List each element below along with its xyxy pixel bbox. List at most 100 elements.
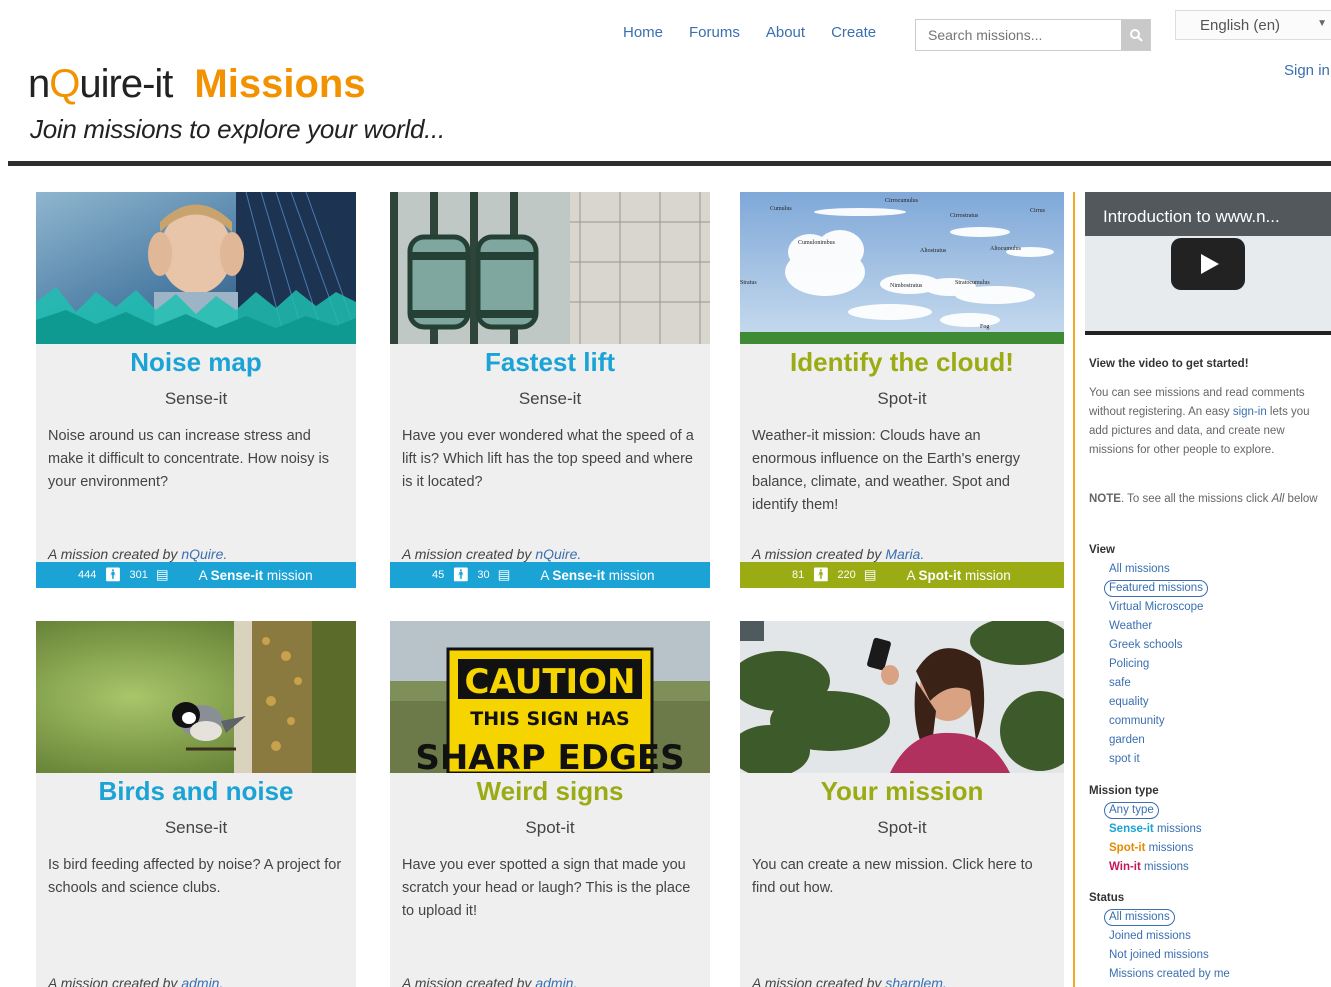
view-filter-weather[interactable]: Weather (1109, 617, 1208, 636)
intro-video[interactable]: Introduction to www.n... (1085, 192, 1331, 335)
contributions-count: 30 (477, 569, 490, 581)
creator-prefix: A mission created by (48, 546, 182, 562)
members-count: 45 (432, 569, 445, 581)
view-filter-featured[interactable]: Featured missions (1104, 580, 1208, 597)
view-filter-garden[interactable]: garden (1109, 731, 1208, 750)
status-heading: Status (1089, 892, 1125, 904)
mission-card[interactable]: CAUTION THIS SIGN HAS SHARP EDGES Weird … (390, 621, 710, 987)
creator-link[interactable]: sharplem. (885, 975, 946, 987)
type-filter-any[interactable]: Any type (1104, 802, 1159, 819)
mission-kind-label: A Sense-it mission (540, 568, 654, 583)
mission-creator: A mission created by admin. (48, 975, 223, 987)
mission-image-noise-map[interactable] (36, 192, 356, 344)
type-filter-spot-it[interactable]: Spot-it missions (1109, 839, 1202, 858)
site-header: Home Forums About Create English (en) ▼ … (0, 0, 1331, 168)
intro-text: You can see missions and read comments w… (1089, 384, 1327, 460)
mission-image-fastest-lift[interactable] (390, 192, 710, 344)
nav-home-link[interactable]: Home (623, 24, 663, 41)
mission-card[interactable]: Noise map Sense-it Noise around us can i… (36, 192, 356, 588)
mission-image-your-mission[interactable] (740, 621, 1064, 773)
contributions-count: 301 (129, 569, 148, 581)
cloud-label: Cirrocumulus (885, 198, 919, 204)
bar-kind: Spot-it (918, 567, 962, 583)
creator-link[interactable]: admin. (535, 975, 577, 987)
mission-image-birds-noise[interactable] (36, 621, 356, 773)
sign-in-link[interactable]: Sign in (1284, 62, 1330, 79)
view-filter-virtual-microscope[interactable]: Virtual Microscope (1109, 598, 1208, 617)
mission-title[interactable]: Birds and noise (36, 776, 356, 807)
mission-creator: A mission created by Maria. (752, 546, 924, 562)
view-filter-all[interactable]: All missions (1109, 560, 1208, 579)
caution-line-1: CAUTION (464, 662, 635, 702)
mission-creator: A mission created by sharplem. (752, 975, 947, 987)
noise-map-image (36, 192, 356, 344)
play-icon[interactable] (1171, 238, 1245, 290)
note-label: NOTE (1089, 493, 1121, 505)
note-body: . To see all the missions click (1120, 493, 1272, 505)
nav-create-link[interactable]: Create (831, 24, 876, 41)
contributions-count: 220 (837, 569, 856, 581)
creator-link[interactable]: nQuire. (181, 546, 227, 562)
logo-rest: uire-it (79, 62, 173, 106)
mission-image-weird-signs[interactable]: CAUTION THIS SIGN HAS SHARP EDGES (390, 621, 710, 773)
type-filter-win-it[interactable]: Win-it missions (1109, 858, 1202, 877)
mission-description[interactable]: You can create a new mission. Click here… (752, 854, 1048, 900)
view-filter-policing[interactable]: Policing (1109, 655, 1208, 674)
cloud-label: Cirrostratus (950, 213, 979, 219)
bar-suffix: mission (604, 567, 655, 583)
creator-link[interactable]: Maria. (885, 546, 924, 562)
nav-about-link[interactable]: About (766, 24, 805, 41)
status-filter-created-by-me[interactable]: Missions created by me (1109, 965, 1230, 984)
status-filter-not-joined[interactable]: Not joined missions (1109, 946, 1230, 965)
document-icon: ▤ (863, 567, 877, 582)
members-count: 81 (792, 569, 805, 581)
mission-title[interactable]: Noise map (36, 347, 356, 378)
mission-image-identify-cloud[interactable]: Cumulus Cirrocumulus Cirrostratus Cirrus… (740, 192, 1064, 344)
mission-stats-bar: 81 🚹︎ 220 ▤ A Spot-it mission (740, 562, 1064, 588)
nav-forums-link[interactable]: Forums (689, 24, 740, 41)
view-filter-greek-schools[interactable]: Greek schools (1109, 636, 1208, 655)
creator-link[interactable]: nQuire. (535, 546, 581, 562)
user-icon: 🚹︎ (104, 567, 122, 582)
mission-card[interactable]: Fastest lift Sense-it Have you ever wond… (390, 192, 710, 588)
phone-photo-image (740, 621, 1064, 773)
mission-title[interactable]: Weird signs (390, 776, 710, 807)
sign-in-inline-link[interactable]: sign-in (1233, 406, 1267, 418)
clouds-image: Cumulus Cirrocumulus Cirrostratus Cirrus… (740, 192, 1064, 344)
creator-link[interactable]: admin. (181, 975, 223, 987)
view-filter-community[interactable]: community (1109, 712, 1208, 731)
mission-card[interactable]: Your mission Spot-it You can create a ne… (740, 621, 1064, 987)
caution-sign-image: CAUTION THIS SIGN HAS SHARP EDGES (390, 621, 710, 773)
creator-prefix: A mission created by (752, 546, 886, 562)
language-select[interactable]: English (en) ▼ (1175, 10, 1331, 40)
mission-card[interactable]: Birds and noise Sense-it Is bird feeding… (36, 621, 356, 987)
search-button[interactable] (1121, 20, 1150, 50)
mission-title[interactable]: Your mission (740, 776, 1064, 807)
sidebar: Introduction to www.n... View the video … (1073, 192, 1331, 987)
bar-suffix: mission (263, 567, 313, 583)
video-heading: View the video to get started! (1089, 358, 1249, 370)
user-icon: 🚹︎ (812, 567, 830, 582)
mission-title[interactable]: Identify the cloud! (740, 347, 1064, 378)
bar-kind: Sense-it (210, 567, 264, 583)
mission-card[interactable]: Cumulus Cirrocumulus Cirrostratus Cirrus… (740, 192, 1064, 588)
mission-creator: A mission created by admin. (402, 975, 577, 987)
cloud-label: Nimbostratus (890, 283, 923, 289)
type-kind: Sense-it (1109, 823, 1154, 835)
search-input[interactable] (916, 20, 1121, 50)
cloud-label: Cumulonimbus (798, 240, 836, 246)
members-count: 444 (78, 569, 97, 581)
type-kind: Win-it (1109, 861, 1141, 873)
view-filter-spot-it[interactable]: spot it (1109, 750, 1208, 769)
bar-suffix: mission (961, 567, 1011, 583)
status-list: All missions Joined missions Not joined … (1104, 908, 1230, 984)
creator-prefix: A mission created by (402, 975, 536, 987)
status-filter-all[interactable]: All missions (1104, 909, 1175, 926)
search-box (915, 19, 1151, 51)
type-filter-sense-it[interactable]: Sense-it missions (1109, 820, 1202, 839)
view-filter-safe[interactable]: safe (1109, 674, 1208, 693)
site-logo[interactable]: nQuire-it Missions (28, 64, 366, 104)
view-filter-equality[interactable]: equality (1109, 693, 1208, 712)
status-filter-joined[interactable]: Joined missions (1109, 927, 1230, 946)
mission-title[interactable]: Fastest lift (390, 347, 710, 378)
